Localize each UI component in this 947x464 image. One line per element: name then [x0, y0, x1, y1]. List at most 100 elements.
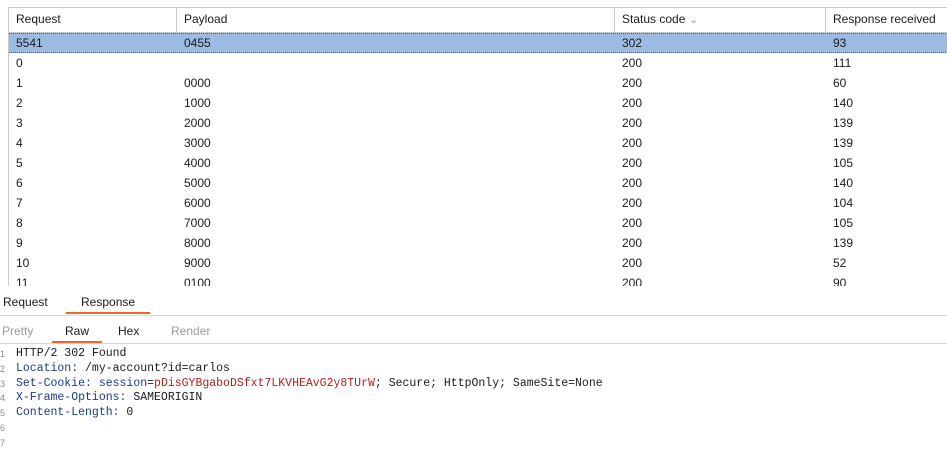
tab-render[interactable]: Render [171, 324, 210, 338]
table-cell-status: 200 [622, 116, 643, 130]
table-cell-response: 52 [833, 256, 847, 270]
column-header-request[interactable]: Request [9, 8, 177, 32]
line-number: 1 [0, 349, 6, 359]
table-row[interactable]: 3 2000 200 139 [9, 113, 947, 133]
table-body: 5541 0455 302 93 0 200 111 1 0000 200 60 2 1000 200 14… [9, 33, 947, 286]
table-cell-payload: 3000 [184, 136, 211, 150]
code-token: 0 [119, 406, 134, 420]
table-cell-response: 111 [833, 56, 852, 70]
table-cell-request: 2 [16, 96, 23, 110]
line-text: HTTP/2 302 Found [16, 347, 126, 360]
table-row[interactable]: 4 3000 200 139 [9, 133, 947, 153]
table-cell-payload: 9000 [184, 256, 211, 270]
code-line: 3 Set-Cookie: session=pDisGYBgaboDSfxt7LK… [0, 377, 947, 392]
table-cell-request: 1 [16, 76, 23, 90]
table-row[interactable]: 5541 0455 302 93 [9, 33, 947, 53]
table-row[interactable]: 7 6000 200 104 [9, 193, 947, 213]
tab-raw[interactable]: Raw [52, 324, 103, 343]
table-row[interactable]: 1 0000 200 60 [9, 73, 947, 93]
table-cell-status: 200 [622, 56, 643, 70]
line-text: Location: /my-account?id=carlos [16, 362, 230, 375]
code-token: SAMEORIGIN [126, 391, 203, 405]
table-cell-status: 302 [622, 36, 643, 50]
table-cell-payload: 8000 [184, 236, 211, 250]
table-row[interactable]: 10 9000 200 52 [9, 253, 947, 273]
line-text: Content-Length: 0 [16, 406, 133, 419]
code-token: /my-account?id=carlos [78, 361, 230, 375]
tab-hex[interactable]: Hex [118, 324, 139, 338]
table-cell-status: 200 [622, 76, 643, 90]
code-token: Set-Cookie: [16, 376, 92, 390]
response-editor[interactable]: 1 HTTP/2 302 Found 2 Location: /my-account?… [0, 347, 947, 451]
line-number: 6 [0, 422, 6, 433]
table-row[interactable]: 0 200 111 [9, 53, 947, 73]
table-cell-response: 139 [833, 236, 854, 250]
code-line: 7 [0, 436, 947, 451]
column-header-response-received[interactable]: Response received [826, 8, 947, 32]
table-row[interactable]: 9 8000 200 139 [9, 233, 947, 253]
table-cell-payload: 6000 [184, 196, 211, 210]
table-row[interactable]: 6 5000 200 140 [9, 173, 947, 193]
table-cell-payload: 0455 [184, 36, 211, 50]
code-token: X-Frame-Options: [16, 391, 127, 405]
table-row[interactable]: 2 1000 200 140 [9, 93, 947, 113]
code-line: 6 [0, 421, 947, 436]
table-cell-status: 200 [622, 256, 643, 270]
line-number: 5 [0, 408, 6, 419]
tab-request[interactable]: Request [3, 295, 48, 309]
table-cell-payload: 4000 [184, 156, 211, 170]
table-cell-payload: 2000 [184, 116, 211, 130]
table-cell-status: 200 [622, 236, 643, 250]
results-table: Request Payload Status code ⌄ Response re… [8, 7, 947, 286]
line-number: 2 [0, 363, 6, 374]
tab-response[interactable]: Response [66, 295, 151, 314]
table-cell-payload: 5000 [184, 176, 211, 190]
table-cell-response: 139 [833, 116, 854, 130]
line-number: 4 [0, 393, 6, 404]
table-cell-request: 8 [16, 216, 23, 230]
code-token: Location: [16, 361, 79, 375]
table-cell-payload: 7000 [184, 216, 211, 230]
table-cell-request: 4 [16, 136, 23, 150]
line-text: Set-Cookie: session=pDisGYBgaboDSfxt7LKV… [16, 377, 603, 390]
message-tabs: Request Response [0, 289, 947, 316]
table-cell-status: 200 [622, 276, 643, 286]
code-line: 5 Content-Length: 0 [0, 406, 947, 421]
table-cell-request: 5541 [16, 36, 43, 50]
table-cell-payload: 0100 [184, 276, 211, 286]
code-line: 1 HTTP/2 302 Found [0, 347, 947, 362]
chevron-down-icon: ⌄ [689, 15, 698, 26]
table-cell-request: 5 [16, 156, 23, 170]
code-token: = [147, 376, 155, 390]
table-cell-status: 200 [622, 176, 643, 190]
table-cell-request: 6 [16, 176, 23, 190]
code-token: ; Secure; HttpOnly; SameSite=None [374, 376, 603, 390]
table-cell-response: 93 [833, 36, 847, 50]
code-token: pDisGYBgaboDSfxt7LKVHEAvG2y8TUrW [154, 376, 375, 390]
table-cell-status: 200 [622, 216, 643, 230]
line-text: X-Frame-Options: SAMEORIGIN [16, 391, 202, 404]
table-cell-status: 200 [622, 196, 643, 210]
table-cell-response: 105 [833, 156, 854, 170]
tab-pretty[interactable]: Pretty [2, 324, 33, 338]
view-tabs: Pretty Raw Hex Render [0, 316, 947, 344]
column-header-status-code[interactable]: Status code ⌄ [615, 8, 826, 32]
code-token: HTTP/2 302 Found [16, 347, 127, 360]
table-cell-response: 139 [833, 136, 854, 150]
table-cell-status: 200 [622, 136, 643, 150]
table-row[interactable]: 8 7000 200 105 [9, 213, 947, 233]
table-cell-status: 200 [622, 96, 643, 110]
line-number: 7 [0, 437, 6, 448]
column-header-payload[interactable]: Payload [177, 8, 615, 32]
table-row[interactable]: 11 0100 200 90 [9, 273, 947, 286]
table-row[interactable]: 5 4000 200 105 [9, 153, 947, 173]
table-cell-status: 200 [622, 156, 643, 170]
table-cell-response: 140 [833, 96, 854, 110]
table-cell-payload: 1000 [184, 96, 211, 110]
line-number: 3 [0, 378, 6, 389]
table-cell-request: 10 [16, 256, 30, 270]
table-cell-response: 104 [833, 196, 854, 210]
table-cell-response: 140 [833, 176, 854, 190]
code-token: Content-Length: [16, 406, 120, 420]
